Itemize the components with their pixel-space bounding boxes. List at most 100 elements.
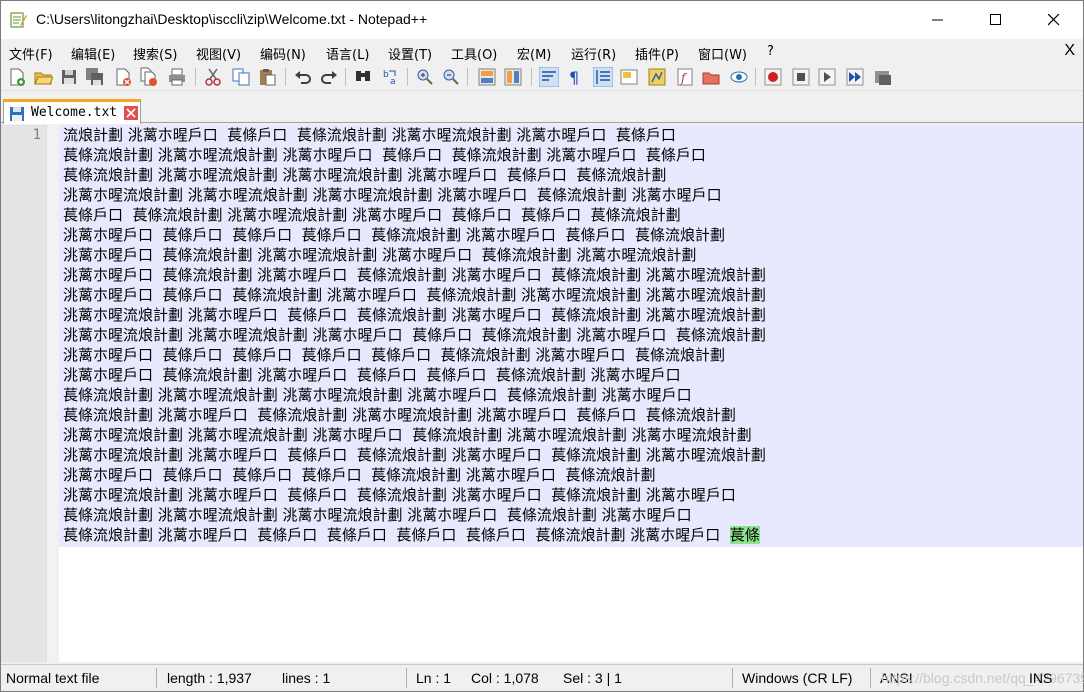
status-insert-mode[interactable]: INS [1029,670,1052,686]
print-icon[interactable] [167,67,187,87]
toolbar-separator [285,68,286,86]
menu-view[interactable]: 视图(V) [196,44,241,63]
text-line: 洮蓠朩暒戶口 萇條戶口 萇條戶口 萇條戶口 萇條流烺計劃 洮蓠朩暒戶口 萇條戶口… [63,226,725,244]
editor-pane[interactable]: 1 流烺計劃 洮蓠朩暒戶口 萇條戶口 萇條流烺計劃 洮蓠朩暒流烺計劃 洮蓠朩暒戶… [1,125,1083,662]
menu-window[interactable]: 窗口(W) [698,44,747,63]
play-macro-icon[interactable] [817,67,837,87]
text-content[interactable]: 流烺計劃 洮蓠朩暒戶口 萇條戶口 萇條流烺計劃 洮蓠朩暒流烺計劃 洮蓠朩暒戶口 … [59,125,1083,547]
copy-icon[interactable] [231,67,251,87]
text-line: 萇條流烺計劃 洮蓠朩暒流烺計劃 洮蓠朩暒流烺計劃 洮蓠朩暒戶口 萇條戶口 萇條流… [63,166,667,184]
close-document-icon[interactable]: X [1064,42,1075,60]
maximize-icon [990,14,1001,25]
status-divider [406,668,407,688]
menu-run[interactable]: 运行(R) [571,44,616,63]
status-column: Col : 1,078 [471,670,539,686]
text-line: 萇條戶口 萇條流烺計劃 洮蓠朩暒流烺計劃 洮蓠朩暒戶口 萇條戶口 萇條戶口 萇條… [63,206,681,224]
word-wrap-icon[interactable] [539,67,559,87]
text-line: 洮蓠朩暒戶口 萇條戶口 萇條戶口 萇條戶口 萇條流烺計劃 洮蓠朩暒戶口 萇條流烺… [63,466,656,484]
text-line-prefix: 萇條流烺計劃 洮蓠朩暒戶口 萇條戶口 萇條戶口 萇條戶口 萇條戶口 萇條流烺計劃… [63,526,730,544]
new-file-icon[interactable] [7,67,27,87]
minimize-icon [932,19,943,21]
menu-edit[interactable]: 编辑(E) [71,44,115,63]
undo-icon[interactable] [293,67,313,87]
save-icon[interactable] [59,67,79,87]
close-file-icon[interactable] [113,67,133,87]
status-divider [732,668,733,688]
user-language-icon[interactable] [619,67,639,87]
toolbar: ba ¶ f [1,63,1083,91]
menu-file[interactable]: 文件(F) [9,44,53,63]
fold-margin [46,125,59,662]
minimize-button[interactable] [909,1,967,39]
maximize-button[interactable] [967,1,1025,39]
svg-text:b: b [383,70,389,80]
status-divider [156,668,157,688]
cut-icon[interactable] [203,67,223,87]
text-line: 萇條流烺計劃 洮蓠朩暒流烺計劃 洮蓠朩暒流烺計劃 洮蓠朩暒戶口 萇條流烺計劃 洮… [63,386,692,404]
notepad-app-icon [10,12,27,28]
status-line: Ln : 1 [416,670,452,686]
record-macro-icon[interactable] [763,67,783,87]
sync-vertical-icon[interactable] [477,67,497,87]
text-line: 萇條流烺計劃 洮蓠朩暒流烺計劃 洮蓠朩暒戶口 萇條戶口 萇條流烺計劃 洮蓠朩暒戶… [63,146,706,164]
text-line: 洮蓠朩暒流烺計劃 洮蓠朩暒流烺計劃 洮蓠朩暒流烺計劃 洮蓠朩暒戶口 萇條流烺計劃… [63,186,722,204]
replace-icon[interactable]: ba [381,67,401,87]
close-all-icon[interactable] [139,67,159,87]
zoom-in-icon[interactable] [415,67,435,87]
status-length: length : 1,937 [167,670,252,686]
zoom-out-icon[interactable] [441,67,461,87]
watermark: https://blog.csdn.net/qq_42967398 [881,670,1084,686]
folder-workspace-icon[interactable] [701,67,721,87]
text-line: 洮蓠朩暒流烺計劃 洮蓠朩暒戶口 萇條戶口 萇條流烺計劃 洮蓠朩暒戶口 萇條流烺計… [63,306,766,324]
text-line: 洮蓠朩暒流烺計劃 洮蓠朩暒流烺計劃 洮蓠朩暒戶口 萇條戶口 萇條流烺計劃 洮蓠朩… [63,326,766,344]
menu-help[interactable]: ? [767,44,774,59]
menu-macro[interactable]: 宏(M) [517,44,551,63]
menu-search[interactable]: 搜索(S) [133,44,177,63]
indent-guide-icon[interactable] [593,67,613,87]
status-eol[interactable]: Windows (CR LF) [742,670,852,686]
menu-settings[interactable]: 设置(T) [388,44,432,63]
paste-icon[interactable] [257,67,277,87]
stop-macro-icon[interactable] [791,67,811,87]
menu-plugins[interactable]: 插件(P) [635,44,679,63]
svg-text:¶: ¶ [569,68,579,87]
toolbar-separator [755,68,756,86]
run-macro-multiple-icon[interactable] [845,67,865,87]
show-all-chars-icon[interactable]: ¶ [565,67,585,87]
text-line: 萇條流烺計劃 洮蓠朩暒流烺計劃 洮蓠朩暒流烺計劃 洮蓠朩暒戶口 萇條流烺計劃 洮… [63,506,692,524]
close-icon [1048,14,1060,26]
toolbar-separator [531,68,532,86]
text-line: 萇條流烺計劃 洮蓠朩暒戶口 萇條流烺計劃 洮蓠朩暒流烺計劃 洮蓠朩暒戶口 萇條戶… [63,406,736,424]
window-title: C:\Users\litongzhai\Desktop\isccli\zip\W… [36,11,428,27]
toolbar-separator [345,68,346,86]
status-lines: lines : 1 [282,670,331,686]
save-macro-icon[interactable] [873,67,893,87]
close-button[interactable] [1025,1,1083,39]
tab-close-icon[interactable] [124,106,138,120]
find-icon[interactable] [353,67,373,87]
menu-encoding[interactable]: 编码(N) [260,44,306,63]
title-bar: C:\Users\litongzhai\Desktop\isccli\zip\W… [1,1,1083,39]
menu-tools[interactable]: 工具(O) [451,44,497,63]
text-line: 洮蓠朩暒流烺計劃 洮蓠朩暒戶口 萇條戶口 萇條流烺計劃 洮蓠朩暒戶口 萇條流烺計… [63,486,736,504]
save-all-icon[interactable] [85,67,105,87]
status-file-type: Normal text file [6,670,100,686]
document-map-icon[interactable] [647,67,667,87]
text-line: 洮蓠朩暒戶口 萇條流烺計劃 洮蓠朩暒戶口 萇條流烺計劃 洮蓠朩暒戶口 萇條流烺計… [63,266,766,284]
status-bar: Normal text file length : 1,937 lines : … [1,664,1084,691]
menu-language[interactable]: 语言(L) [326,44,369,63]
text-line: 洮蓠朩暒戶口 萇條流烺計劃 洮蓠朩暒戶口 萇條戶口 萇條戶口 萇條流烺計劃 洮蓠… [63,366,681,384]
text-line: 洮蓠朩暒流烺計劃 洮蓠朩暒戶口 萇條戶口 萇條流烺計劃 洮蓠朩暒戶口 萇條流烺計… [63,446,766,464]
text-line: 洮蓠朩暒戶口 萇條戶口 萇條戶口 萇條戶口 萇條戶口 萇條流烺計劃 洮蓠朩暒戶口… [63,346,725,364]
sync-horizontal-icon[interactable] [503,67,523,87]
function-list-icon[interactable]: f [675,67,695,87]
selected-text[interactable]: 萇條 [729,526,760,544]
tab-label: Welcome.txt [31,105,118,120]
open-file-icon[interactable] [33,67,53,87]
saved-document-icon [10,107,24,121]
tab-welcome-txt[interactable]: Welcome.txt [3,99,141,124]
toolbar-separator [195,68,196,86]
redo-icon[interactable] [319,67,339,87]
line-number-gutter: 1 [1,125,59,662]
monitoring-icon[interactable] [729,67,749,87]
